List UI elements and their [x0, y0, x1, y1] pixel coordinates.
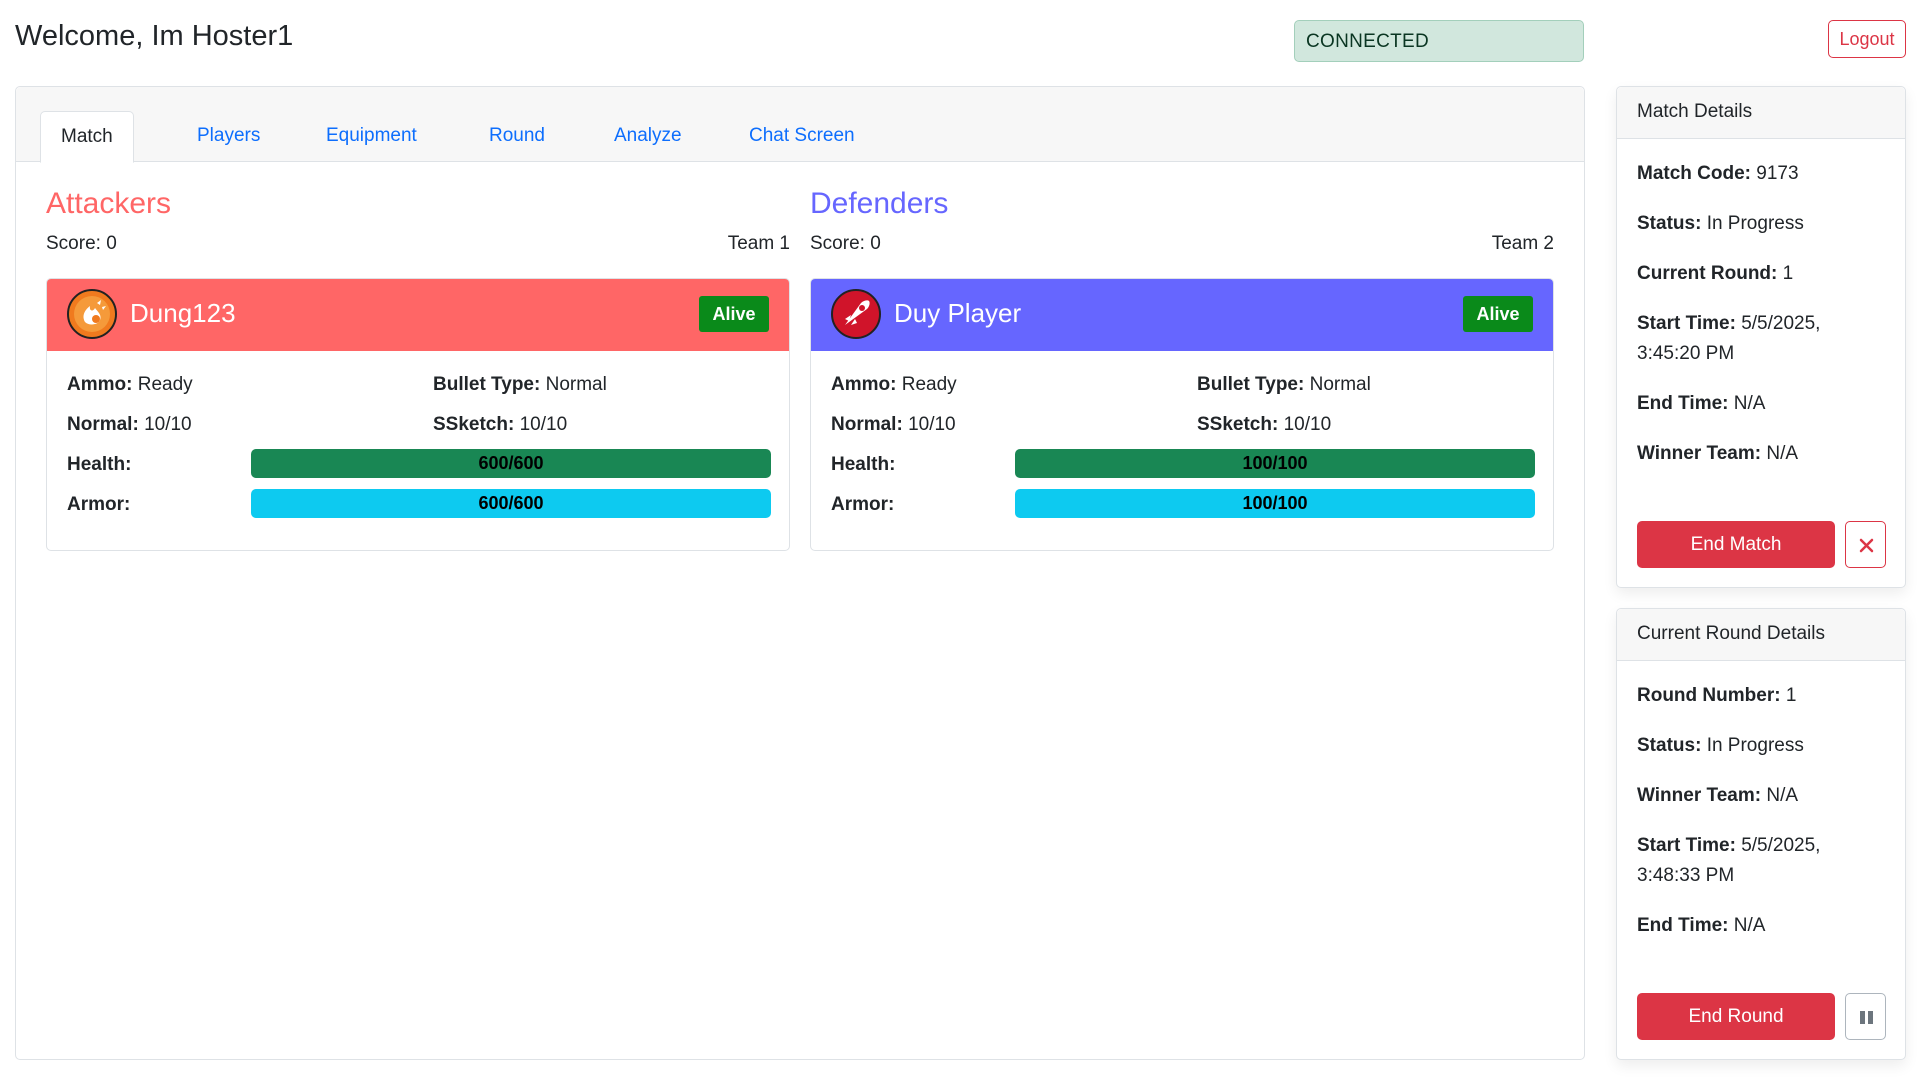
- attackers-meta: Score: 0 Team 1: [46, 233, 790, 259]
- health-label: Health:: [67, 454, 132, 475]
- normal-ammo-stat: Normal: 10/10: [67, 414, 192, 435]
- tab-chat-screen[interactable]: Chat Screen: [729, 111, 875, 163]
- ammo-stat: Ammo: Ready: [67, 374, 193, 395]
- defenders-heading: Defenders: [810, 187, 949, 220]
- health-bar-fill: 600/600: [251, 449, 771, 478]
- armor-bar-fill: 600/600: [251, 489, 771, 518]
- connection-status-badge: CONNECTED: [1294, 20, 1584, 62]
- round-details-card: Current Round Details Round Number: 1 St…: [1616, 608, 1906, 1060]
- rocket-icon: [831, 289, 881, 339]
- welcome-title: Welcome, Im Hoster1: [15, 20, 294, 52]
- tab-match[interactable]: Match: [40, 111, 134, 163]
- end-match-button[interactable]: End Match: [1637, 521, 1835, 568]
- round-winner-row: Winner Team: N/A: [1637, 785, 1799, 806]
- health-label: Health:: [831, 454, 896, 475]
- match-start-time-row: Start Time: 5/5/2025, 3:45:20 PM: [1637, 313, 1821, 364]
- player-card-defender[interactable]: Duy Player Alive Ammo: Ready Bullet Type…: [810, 278, 1554, 551]
- close-icon: [1859, 538, 1874, 553]
- match-status-row: Status: In Progress: [1637, 213, 1804, 234]
- tab-equipment[interactable]: Equipment: [306, 111, 437, 163]
- tab-players[interactable]: Players: [177, 111, 280, 163]
- close-button[interactable]: [1845, 521, 1886, 568]
- tab-round[interactable]: Round: [469, 111, 565, 163]
- pause-button[interactable]: [1845, 993, 1886, 1040]
- armor-bar: 100/100: [1015, 489, 1535, 518]
- round-number-row: Round Number: 1: [1637, 685, 1797, 706]
- match-end-time-row: End Time: N/A: [1637, 393, 1766, 414]
- player-card-header: Dung123 Alive: [47, 279, 789, 351]
- round-end-time-row: End Time: N/A: [1637, 915, 1766, 936]
- flame-icon: [67, 289, 117, 339]
- attackers-team-label: Team 1: [727, 233, 790, 254]
- attackers-column: Attackers Score: 0 Team 1: [46, 187, 790, 259]
- ssketch-ammo-stat: SSketch: 10/10: [433, 414, 568, 435]
- player-card-attacker[interactable]: Dung123 Alive Ammo: Ready Bullet Type: N…: [46, 278, 790, 551]
- defenders-score: Score: 0: [810, 233, 881, 254]
- health-bar-fill: 100/100: [1015, 449, 1535, 478]
- health-bar: 100/100: [1015, 449, 1535, 478]
- status-badge: Alive: [699, 296, 769, 332]
- pause-icon: [1860, 1011, 1873, 1024]
- armor-bar-fill: 100/100: [1015, 489, 1535, 518]
- tab-bar: Match Players Equipment Round Analyze Ch…: [16, 87, 1584, 163]
- match-details-card: Match Details Match Code: 9173 Status: I…: [1616, 86, 1906, 588]
- player-name: Duy Player: [894, 298, 1022, 328]
- ssketch-ammo-stat: SSketch: 10/10: [1197, 414, 1332, 435]
- end-round-button[interactable]: End Round: [1637, 993, 1835, 1040]
- match-code-row: Match Code: 9173: [1637, 163, 1799, 184]
- ammo-stat: Ammo: Ready: [831, 374, 957, 395]
- attackers-score: Score: 0: [46, 233, 117, 254]
- logout-button[interactable]: Logout: [1828, 20, 1906, 58]
- defenders-team-label: Team 2: [1491, 233, 1554, 254]
- defenders-meta: Score: 0 Team 2: [810, 233, 1554, 259]
- round-start-time-row: Start Time: 5/5/2025, 3:48:33 PM: [1637, 835, 1821, 886]
- armor-label: Armor:: [67, 494, 131, 515]
- match-details-title: Match Details: [1617, 87, 1905, 139]
- bullet-type-stat: Bullet Type: Normal: [433, 374, 607, 395]
- defenders-column: Defenders Score: 0 Team 2: [810, 187, 1554, 259]
- round-details-title: Current Round Details: [1617, 609, 1905, 661]
- status-badge: Alive: [1463, 296, 1533, 332]
- round-status-row: Status: In Progress: [1637, 735, 1804, 756]
- health-bar: 600/600: [251, 449, 771, 478]
- main-panel: Match Players Equipment Round Analyze Ch…: [15, 86, 1585, 1060]
- armor-label: Armor:: [831, 494, 895, 515]
- normal-ammo-stat: Normal: 10/10: [831, 414, 956, 435]
- current-round-row: Current Round: 1: [1637, 263, 1794, 284]
- attackers-heading: Attackers: [46, 187, 172, 220]
- player-card-header: Duy Player Alive: [811, 279, 1553, 351]
- bullet-type-stat: Bullet Type: Normal: [1197, 374, 1371, 395]
- player-name: Dung123: [130, 298, 236, 328]
- armor-bar: 600/600: [251, 489, 771, 518]
- tab-analyze[interactable]: Analyze: [594, 111, 702, 163]
- match-winner-row: Winner Team: N/A: [1637, 443, 1799, 464]
